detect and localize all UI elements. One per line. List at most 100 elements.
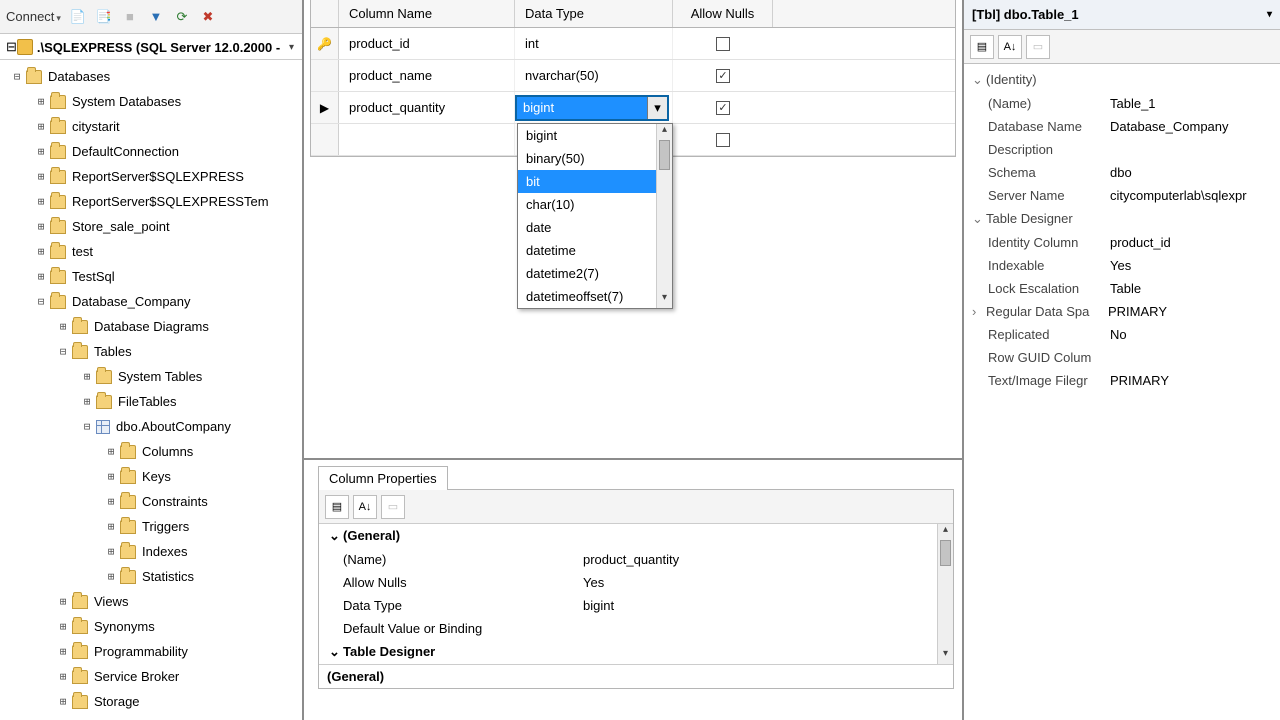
header-column-name[interactable]: Column Name	[339, 0, 515, 27]
cp-property[interactable]: Default Value or Binding	[319, 617, 953, 640]
tree-node[interactable]: ⊞ ReportServer$SQLEXPRESS	[4, 164, 302, 189]
expand-icon[interactable]: ⊞	[34, 270, 48, 283]
property-value[interactable]: PRIMARY	[1110, 373, 1272, 388]
header-allow-nulls[interactable]: Allow Nulls	[673, 0, 773, 27]
tree-node[interactable]: ⊞ Store_sale_point	[4, 214, 302, 239]
scroll-up-icon[interactable]: ▴	[938, 524, 953, 540]
disconnect-icon[interactable]: 📑	[95, 8, 113, 26]
rp-property[interactable]: Schemadbo	[964, 161, 1280, 184]
rp-property[interactable]: ›Regular Data SpaPRIMARY	[964, 300, 1280, 323]
combo-value[interactable]: bigint	[517, 97, 647, 119]
expand-icon[interactable]: ⊞	[80, 370, 94, 383]
cp-property[interactable]: Allow NullsYes	[319, 571, 953, 594]
allow-nulls-checkbox[interactable]	[716, 69, 730, 83]
property-value[interactable]: citycomputerlab\sqlexpr	[1110, 188, 1272, 203]
property-value[interactable]: No	[1110, 327, 1272, 342]
grid-row[interactable]: 🔑product_idint	[311, 28, 955, 60]
rp-property[interactable]: Lock EscalationTable	[964, 277, 1280, 300]
expand-icon[interactable]: ⊞	[104, 495, 118, 508]
rp-category[interactable]: ⌄Table Designer	[964, 207, 1280, 231]
tree-node[interactable]: ⊞ Storage	[4, 689, 302, 714]
delete-icon[interactable]: ✖	[199, 8, 217, 26]
properties-icon[interactable]: ▭	[1026, 35, 1050, 59]
expand-icon[interactable]: ⊞	[104, 570, 118, 583]
scroll-thumb[interactable]	[940, 540, 951, 566]
dropdown-icon[interactable]: ▾	[289, 42, 294, 53]
property-value[interactable]	[1110, 350, 1272, 365]
property-value[interactable]: Yes	[583, 575, 947, 590]
refresh-icon[interactable]: ⟳	[173, 8, 191, 26]
rp-category[interactable]: ⌄(Identity)	[964, 68, 1280, 92]
cp-property[interactable]: (Name)product_quantity	[319, 548, 953, 571]
collapse-icon[interactable]: ⌄	[329, 644, 343, 660]
tree-node[interactable]: ⊞ Triggers	[4, 514, 302, 539]
rp-property[interactable]: Row GUID Colum	[964, 346, 1280, 369]
dropdown-scrollbar[interactable]: ▴▾	[656, 124, 672, 308]
collapse-icon[interactable]: ⌄	[972, 211, 986, 227]
header-data-type[interactable]: Data Type	[515, 0, 673, 27]
expand-icon[interactable]: ⊞	[104, 545, 118, 558]
expand-icon[interactable]: ⊞	[34, 195, 48, 208]
rp-property[interactable]: Database NameDatabase_Company	[964, 115, 1280, 138]
column-properties-tab[interactable]: Column Properties	[318, 466, 448, 490]
dropdown-option[interactable]: datetimeoffset(7)	[518, 285, 672, 308]
cell-data-type[interactable]: nvarchar(50)	[515, 60, 673, 91]
expand-icon[interactable]: ⊞	[34, 120, 48, 133]
expand-icon[interactable]: ⊞	[104, 520, 118, 533]
alphabetical-icon[interactable]: A↓	[353, 495, 377, 519]
property-value[interactable]: Table_1	[1110, 96, 1272, 111]
property-value[interactable]: Table	[1110, 281, 1272, 296]
tree-node[interactable]: ⊞ Statistics	[4, 564, 302, 589]
grid-row[interactable]: product_namenvarchar(50)	[311, 60, 955, 92]
allow-nulls-checkbox[interactable]	[716, 133, 730, 147]
property-value[interactable]: Yes	[1110, 258, 1272, 273]
expand-icon[interactable]: ⊞	[104, 470, 118, 483]
tree-node[interactable]: ⊞ System Databases	[4, 89, 302, 114]
rp-property[interactable]: Text/Image FilegrPRIMARY	[964, 369, 1280, 392]
dropdown-option[interactable]: datetime	[518, 239, 672, 262]
rp-property[interactable]: (Name)Table_1	[964, 92, 1280, 115]
tree-node[interactable]: ⊞ TestSql	[4, 264, 302, 289]
tree-node[interactable]: ⊞ FileTables	[4, 389, 302, 414]
tree-node[interactable]: ⊞ Constraints	[4, 489, 302, 514]
allow-nulls-checkbox[interactable]	[716, 101, 730, 115]
cp-category[interactable]: ⌄(General)	[319, 524, 953, 548]
alphabetical-icon[interactable]: A↓	[998, 35, 1022, 59]
tree-node[interactable]: ⊞ Views	[4, 589, 302, 614]
expand-icon[interactable]: ⊞	[104, 445, 118, 458]
expand-icon[interactable]: ⊞	[34, 220, 48, 233]
rp-property[interactable]: ReplicatedNo	[964, 323, 1280, 346]
collapse-icon[interactable]: ⊟	[34, 295, 48, 308]
tree-node[interactable]: ⊟ dbo.AboutCompany	[4, 414, 302, 439]
cell-column-name[interactable]: product_id	[339, 28, 515, 59]
tree-node[interactable]: ⊞ Columns	[4, 439, 302, 464]
dropdown-option[interactable]: binary(50)	[518, 147, 672, 170]
tree-node[interactable]: ⊟ Tables	[4, 339, 302, 364]
collapse-icon[interactable]: ⊟	[6, 39, 17, 55]
tree-node[interactable]: ⊞ Service Broker	[4, 664, 302, 689]
categorized-icon[interactable]: ▤	[325, 495, 349, 519]
expand-icon[interactable]: ⊞	[34, 95, 48, 108]
cell-column-name[interactable]: product_quantity	[339, 92, 515, 123]
properties-icon[interactable]: ▭	[381, 495, 405, 519]
cell-data-type[interactable]: int	[515, 28, 673, 59]
expand-icon[interactable]: ⊞	[80, 395, 94, 408]
property-value[interactable]: product_id	[1110, 235, 1272, 250]
rp-property[interactable]: Description	[964, 138, 1280, 161]
property-value[interactable]: bigint	[583, 598, 947, 613]
dropdown-option[interactable]: date	[518, 216, 672, 239]
connect-menu[interactable]: Connect	[6, 9, 61, 24]
rp-property[interactable]: IndexableYes	[964, 254, 1280, 277]
expand-icon[interactable]: ⊞	[56, 620, 70, 633]
columns-grid[interactable]: Column Name Data Type Allow Nulls 🔑produ…	[310, 0, 956, 157]
tree-node[interactable]: ⊞ test	[4, 239, 302, 264]
expand-icon[interactable]: ⊞	[56, 645, 70, 658]
cp-scrollbar[interactable]: ▴ ▾	[937, 524, 953, 664]
tree-node[interactable]: ⊞ DefaultConnection	[4, 139, 302, 164]
tree-node[interactable]: ⊞ Programmability	[4, 639, 302, 664]
categorized-icon[interactable]: ▤	[970, 35, 994, 59]
expand-icon[interactable]: ⊞	[34, 145, 48, 158]
collapse-icon[interactable]: ⊟	[10, 70, 24, 83]
stop-icon[interactable]: ■	[121, 8, 139, 26]
tree-node[interactable]: ⊞ System Tables	[4, 364, 302, 389]
